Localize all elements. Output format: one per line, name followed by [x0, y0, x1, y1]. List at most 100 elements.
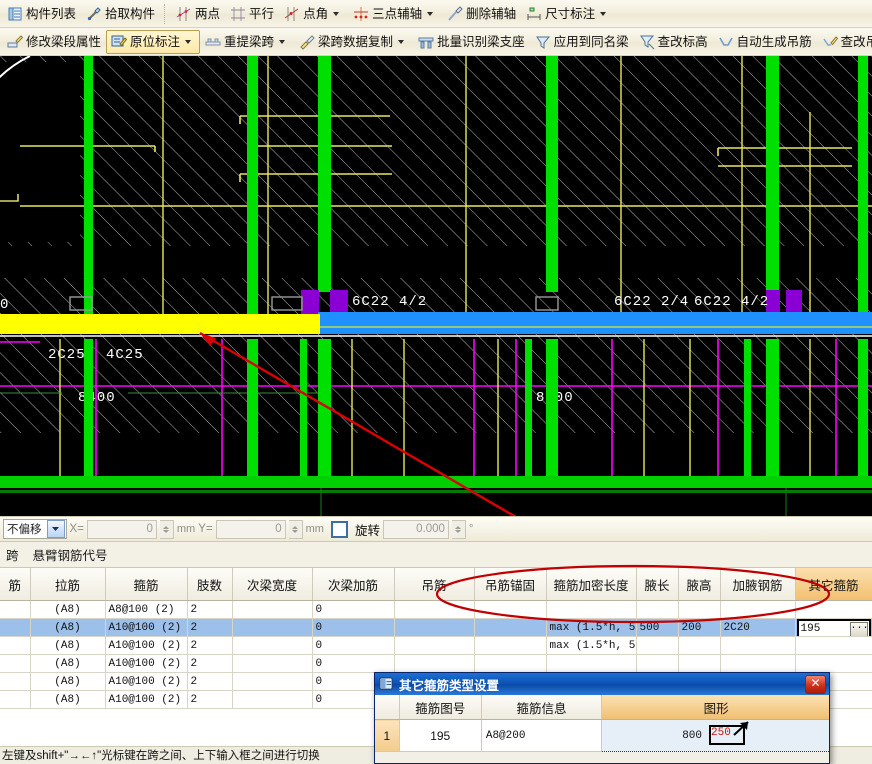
cell-sec-width[interactable] [232, 618, 313, 637]
grid-col-secondary-beam-width[interactable]: 次梁宽度 [232, 568, 313, 601]
figure-height-value[interactable]: 250 [711, 727, 731, 739]
dialog-col-figure[interactable]: 图形 [601, 695, 829, 720]
chevron-down-icon[interactable] [185, 39, 192, 44]
cell-stirrup[interactable]: A10@100 (2) [105, 690, 188, 709]
chevron-down-icon[interactable] [46, 520, 65, 538]
cell-tie-bar[interactable]: (A8) [30, 690, 106, 709]
close-icon[interactable]: ✕ [805, 674, 826, 694]
cell-other-stirrup[interactable]: 195 ··· [795, 618, 872, 637]
x-input[interactable]: 0 [86, 519, 157, 539]
grid-col-hanger-anchor[interactable]: 吊筋锚固 [474, 568, 547, 601]
cell-haunch-height[interactable] [678, 600, 721, 619]
cell-stirrup[interactable]: A10@100 (2) [105, 654, 188, 673]
dialog-cell-stirrup-number[interactable]: 195 [399, 719, 482, 752]
chevron-down-icon[interactable] [279, 39, 286, 44]
cell-sec-width[interactable] [232, 636, 313, 655]
dialog-cell-stirrup-info[interactable]: A8@200 [481, 719, 603, 752]
grid-col-haunch-length[interactable]: 腋长 [636, 568, 679, 601]
cell-tie-bar[interactable]: (A8) [30, 654, 106, 673]
cad-drawing-canvas[interactable]: 6C22 2/4 6C22 4/2 6C22 4/2 0 2C25 4C25 8… [0, 56, 872, 516]
offset-mode-select[interactable]: 不偏移 [3, 519, 67, 539]
dialog-col-stirrup-info[interactable]: 箍筋信息 [481, 695, 603, 720]
table-row[interactable]: 1 195 A8@200 800 250 [375, 719, 829, 752]
cell-other-stirrup[interactable] [795, 636, 872, 655]
rotate-input[interactable]: 0.000 [382, 519, 449, 539]
dialog-title-bar[interactable]: 其它箍筋类型设置 ✕ [375, 673, 829, 695]
chevron-down-icon[interactable] [333, 11, 340, 16]
toolbar-button-inplace-annotation[interactable]: 原位标注 [106, 29, 201, 54]
dialog-col-stirrup-number[interactable]: 箍筋图号 [399, 695, 482, 720]
toolbar-button-check-elevation[interactable]: 查改标高 [634, 30, 713, 54]
cell-stirrup[interactable]: A8@100 (2) [105, 600, 188, 619]
cell-hanger-anchor[interactable] [474, 600, 547, 619]
toolbar-button-batch-beam-support[interactable]: 批量识别梁支座 [413, 30, 530, 54]
cell-hanger[interactable] [394, 654, 475, 673]
cell-hanger-anchor[interactable] [474, 654, 547, 673]
cell-dense-length[interactable] [546, 600, 637, 619]
cell-tie-bar[interactable]: (A8) [30, 636, 106, 655]
cell-haunch-rebar[interactable] [720, 654, 796, 673]
grid-col-tie-bar[interactable]: 拉筋 [30, 568, 106, 601]
grid-col-hanger[interactable]: 吊筋 [394, 568, 475, 601]
cell-other-stirrup[interactable] [795, 600, 872, 619]
toolbar-button-two-point[interactable]: 两点 [171, 2, 225, 26]
chevron-down-icon[interactable] [427, 11, 434, 16]
cell-haunch-rebar[interactable]: 2C20 [720, 618, 796, 637]
toolbar-button-respan-beam[interactable]: 重提梁跨 [200, 30, 294, 54]
cell-stirrup[interactable]: A10@100 (2) [105, 618, 188, 637]
table-row[interactable]: (A8) A8@100 (2) 2 0 [0, 600, 872, 619]
cell-legs[interactable]: 2 [187, 636, 233, 655]
x-spinner[interactable] [159, 519, 174, 539]
cell-sec-width[interactable] [232, 690, 313, 709]
cell-rebar[interactable] [0, 654, 31, 673]
cell-rebar[interactable] [0, 690, 31, 709]
toolbar-button-edit-beam-segment[interactable]: 修改梁段属性 [2, 30, 106, 54]
cell-hanger[interactable] [394, 636, 475, 655]
cell-rebar[interactable] [0, 600, 31, 619]
dialog-cell-figure[interactable]: 800 250 [601, 719, 829, 752]
cell-tie-bar[interactable]: (A8) [30, 672, 106, 691]
toolbar-button-point-angle[interactable]: 点角 [279, 2, 348, 26]
cell-hanger[interactable] [394, 618, 475, 637]
toolbar-button-delete-axis[interactable]: 删除辅轴 [442, 2, 521, 26]
cell-legs[interactable]: 2 [187, 618, 233, 637]
cell-rebar[interactable] [0, 636, 31, 655]
cell-dense-length[interactable] [546, 654, 637, 673]
toolbar-button-auto-hanger[interactable]: 自动生成吊筋 [713, 30, 817, 54]
toolbar-button-three-point-axis[interactable]: 三点辅轴 [348, 2, 442, 26]
toolbar-button-copy-span-data[interactable]: 梁跨数据复制 [294, 30, 413, 54]
cell-sec-rebar[interactable]: 0 [312, 618, 395, 637]
cell-haunch-rebar[interactable] [720, 600, 796, 619]
cell-haunch-height[interactable] [678, 654, 721, 673]
table-row[interactable]: (A8) A10@100 (2) 2 0 max (1.5*h, 50 500 … [0, 618, 872, 637]
cell-stirrup[interactable]: A10@100 (2) [105, 636, 188, 655]
toolbar-button-component-list[interactable]: 构件列表 [2, 2, 81, 26]
other-stirrup-editor[interactable]: 195 ··· [796, 619, 871, 636]
cell-stirrup[interactable]: A10@100 (2) [105, 672, 188, 691]
cell-haunch-length[interactable] [636, 636, 679, 655]
cell-haunch-rebar[interactable] [720, 636, 796, 655]
cell-hanger-anchor[interactable] [474, 636, 547, 655]
grid-col-rebar[interactable]: 筋 [0, 568, 31, 601]
chevron-down-icon[interactable] [600, 11, 607, 16]
cell-rebar[interactable] [0, 618, 31, 637]
cell-legs[interactable]: 2 [187, 690, 233, 709]
rotate-spinner[interactable] [451, 519, 466, 539]
chevron-down-icon[interactable] [398, 39, 405, 44]
cell-haunch-length[interactable] [636, 600, 679, 619]
cell-tie-bar[interactable]: (A8) [30, 618, 106, 637]
other-stirrup-type-dialog[interactable]: 其它箍筋类型设置 ✕ 箍筋图号 箍筋信息 图形 1 195 A8@200 800 [374, 672, 830, 764]
tab-cantilever-rebar-code[interactable]: 悬臂钢筋代号 [33, 545, 108, 564]
cell-legs[interactable]: 2 [187, 654, 233, 673]
table-row[interactable]: (A8) A10@100 (2) 2 0 max (1.5*h, 50 [0, 636, 872, 655]
rotate-checkbox[interactable] [330, 520, 348, 538]
cell-sec-rebar[interactable]: 0 [312, 636, 395, 655]
cell-haunch-height[interactable] [678, 636, 721, 655]
y-input[interactable]: 0 [215, 519, 286, 539]
cell-dense-length[interactable]: max (1.5*h, 50 [546, 636, 637, 655]
toolbar-button-pick-component[interactable]: 拾取构件 [81, 2, 160, 26]
cell-sec-width[interactable] [232, 654, 313, 673]
cell-legs[interactable]: 2 [187, 600, 233, 619]
cell-tie-bar[interactable]: (A8) [30, 600, 106, 619]
grid-col-haunch-rebar[interactable]: 加腋钢筋 [720, 568, 796, 601]
